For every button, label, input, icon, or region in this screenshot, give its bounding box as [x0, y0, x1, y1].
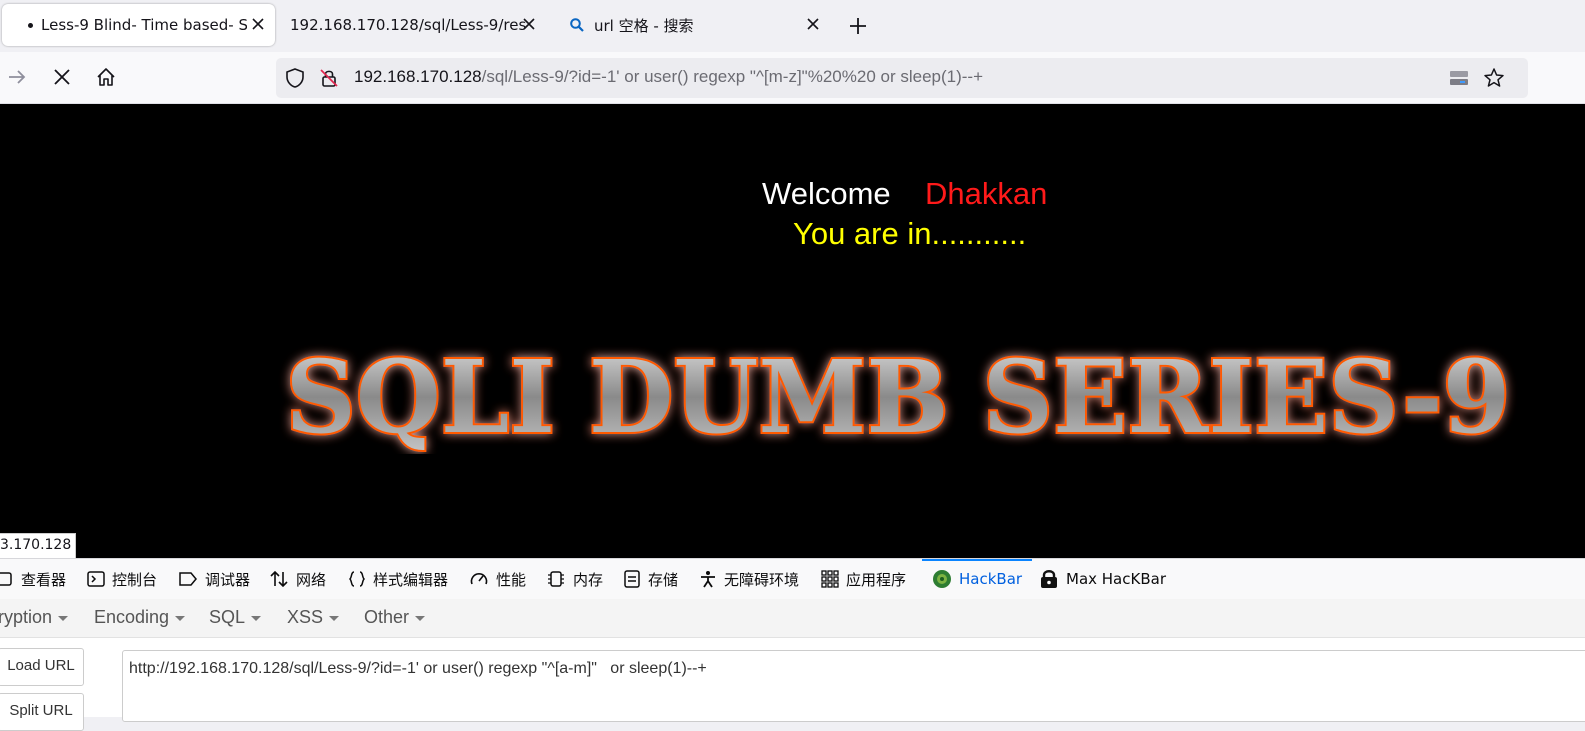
- style-editor-icon: [348, 571, 366, 587]
- devtab-performance[interactable]: 性能: [469, 559, 526, 599]
- menu-xss[interactable]: XSS: [287, 607, 340, 628]
- new-tab-icon[interactable]: [846, 14, 870, 38]
- hackbar-menu: ryption Encoding SQL XSS Other: [0, 599, 1585, 638]
- application-grid-icon: [821, 570, 839, 588]
- url-path: /sql/Less-9/?id=-1' or user() regexp "^[…: [481, 67, 984, 86]
- menu-label: Encoding: [94, 607, 170, 627]
- forward-icon[interactable]: [6, 66, 28, 88]
- devtab-label: Max HacKBar: [1066, 570, 1166, 588]
- menu-label: SQL: [209, 607, 246, 627]
- hackbar-url-value: http://192.168.170.128/sql/Less-9/?id=-1…: [129, 660, 707, 677]
- storage-icon: [624, 570, 640, 588]
- page-content: Welcome Dhakkan You are in........... SQ…: [0, 104, 1585, 558]
- tab-title: url 空格 - 搜索: [594, 16, 694, 35]
- devtab-console[interactable]: 控制台: [87, 559, 157, 599]
- hackbar-url-field[interactable]: http://192.168.170.128/sql/Less-9/?id=-1…: [122, 650, 1585, 722]
- inspector-icon: [0, 572, 12, 586]
- close-icon[interactable]: [804, 15, 822, 33]
- close-icon[interactable]: [520, 15, 538, 33]
- devtab-label: 网络: [296, 570, 327, 589]
- tab-title: Less-9 Blind- Time based- Single Quotes-…: [41, 16, 247, 34]
- menu-label: XSS: [287, 607, 324, 627]
- split-url-button[interactable]: Split URL: [0, 693, 84, 731]
- caret-down-icon: [251, 615, 262, 621]
- devtab-label: 存储: [648, 570, 679, 589]
- home-icon[interactable]: [95, 66, 117, 88]
- hackbar-body: Load URL Split URL http://192.168.170.12…: [0, 638, 1585, 731]
- devtab-label: 无障碍环境: [724, 570, 800, 589]
- devtab-max-hackbar[interactable]: Max HacKBar: [1039, 559, 1166, 599]
- performance-icon: [470, 573, 488, 585]
- devtab-label: HackBar: [959, 570, 1023, 588]
- devtab-label: 控制台: [112, 570, 158, 589]
- devtab-label: 性能: [496, 570, 527, 589]
- nav-bar: 192.168.170.128/sql/Less-9/?id=-1' or us…: [0, 52, 1585, 104]
- devtab-style-editor[interactable]: 样式编辑器: [348, 559, 448, 599]
- tab-title: 192.168.170.128/sql/Less-9/result.txt: [290, 16, 526, 34]
- network-icon: [270, 570, 288, 588]
- devtab-inspector[interactable]: 查看器: [0, 559, 66, 599]
- menu-encoding[interactable]: Encoding: [94, 607, 186, 628]
- stop-icon[interactable]: [51, 66, 73, 88]
- url-host: 192.168.170.128: [354, 67, 482, 86]
- devtab-label: 调试器: [205, 570, 251, 589]
- devtab-application[interactable]: 应用程序: [821, 559, 906, 599]
- url-bar[interactable]: 192.168.170.128/sql/Less-9/?id=-1' or us…: [276, 58, 1528, 98]
- caret-down-icon: [329, 615, 340, 621]
- search-icon: [570, 18, 584, 32]
- devtab-label: 内存: [573, 570, 604, 589]
- status-message: You are in...........: [793, 216, 1027, 251]
- menu-other[interactable]: Other: [364, 607, 426, 628]
- page-action-icon[interactable]: [1448, 68, 1470, 88]
- caret-down-icon: [415, 615, 426, 621]
- console-icon: [87, 571, 105, 587]
- hackbar-logo-icon: [933, 570, 951, 588]
- url-text[interactable]: 192.168.170.128/sql/Less-9/?id=-1' or us…: [354, 67, 983, 87]
- tab-search[interactable]: url 空格 - 搜索: [556, 4, 830, 46]
- unread-dot-icon: [28, 22, 33, 28]
- max-hackbar-lock-icon: [1041, 570, 1057, 588]
- insecure-lock-icon[interactable]: [318, 67, 340, 89]
- sqli-banner-image: SQLI DUMB SERIES-9: [284, 336, 1513, 454]
- debugger-icon: [179, 572, 197, 586]
- devtab-accessibility[interactable]: 无障碍环境: [699, 559, 799, 599]
- close-icon[interactable]: [249, 15, 267, 33]
- shield-icon[interactable]: [284, 67, 306, 89]
- devtab-label: 样式编辑器: [373, 570, 449, 589]
- devtools-toolbar: 查看器 控制台 调试器 网络 样式编辑器 性能 内存 存储 无障碍环境 应用程序…: [0, 558, 1585, 600]
- menu-label: Other: [364, 607, 410, 627]
- tab-strip: Less-9 Blind- Time based- Single Quotes-…: [0, 0, 1585, 52]
- devtab-label: 应用程序: [846, 570, 907, 589]
- welcome-text: Welcome: [762, 176, 891, 211]
- devtab-hackbar[interactable]: HackBar: [921, 559, 1033, 599]
- menu-label: ryption: [0, 607, 53, 627]
- caret-down-icon: [58, 615, 69, 621]
- tab-less-9[interactable]: Less-9 Blind- Time based- Single Quotes-…: [2, 4, 275, 46]
- devtab-memory[interactable]: 内存: [546, 559, 603, 599]
- tab-result-txt[interactable]: 192.168.170.128/sql/Less-9/result.txt: [278, 4, 546, 46]
- devtab-debugger[interactable]: 调试器: [178, 559, 250, 599]
- bookmark-star-icon[interactable]: [1483, 67, 1505, 89]
- devtab-label: 查看器: [21, 570, 67, 589]
- banner-text: SQLI DUMB SERIES-9: [286, 338, 1511, 454]
- user-name: Dhakkan: [925, 176, 1048, 211]
- devtab-storage[interactable]: 存储: [623, 559, 678, 599]
- status-link-tooltip: 3.170.128: [0, 533, 77, 558]
- menu-encryption[interactable]: ryption: [0, 607, 69, 628]
- menu-sql[interactable]: SQL: [209, 607, 262, 628]
- load-url-button[interactable]: Load URL: [0, 648, 84, 686]
- devtab-network[interactable]: 网络: [269, 559, 326, 599]
- caret-down-icon: [175, 615, 186, 621]
- accessibility-icon: [701, 571, 715, 588]
- memory-icon: [548, 571, 564, 587]
